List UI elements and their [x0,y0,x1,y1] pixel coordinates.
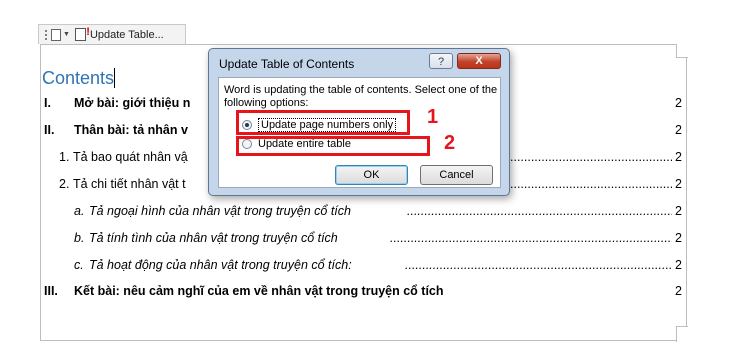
dialog-title: Update Table of Contents [219,57,355,71]
frame-corner [676,44,688,58]
toc-entry[interactable]: b. Tả tính tình của nhân vật trong truyệ… [44,231,684,249]
toc-entry-number: I. [44,96,51,110]
toc-leader-dots: ........................................… [407,204,672,218]
toc-entry-number: III. [44,284,58,298]
toc-entry-page: 2 [675,284,682,298]
help-button[interactable]: ? [429,53,453,69]
toc-entry[interactable]: a. Tả ngoại hình của nhân vật trong truy… [44,204,684,222]
chevron-down-icon[interactable]: ▼ [63,31,70,38]
toc-entry-page: 2 [675,231,682,245]
toc-content-control-tab[interactable]: ▼ Update Table... [38,24,186,44]
annotation-box-2 [236,136,430,156]
toc-leader-dots: ........................................… [405,258,672,272]
drag-handle-icon[interactable] [44,28,48,41]
cancel-button[interactable]: Cancel [420,165,493,185]
dialog-message: Word is updating the table of contents. … [224,84,498,109]
toc-entry-text: Kết bài: nêu cảm nghĩ của em về nhân vật… [74,284,444,298]
toc-entry[interactable]: III. Kết bài: nêu cảm nghĩ của em về nhâ… [44,284,684,302]
toc-entry-page: 2 [675,177,682,191]
toc-entry-page: 2 [675,150,682,164]
toc-entry-text: Tả ngoại hình của nhân vật trong truyện … [89,204,351,218]
toc-leader-dots: ........................................… [510,177,672,191]
update-document-icon[interactable] [74,26,90,41]
annotation-box-1 [236,110,410,135]
toc-entry-page: 2 [675,96,682,110]
toc-entry-text: Thân bài: tả nhân v [74,123,188,137]
toc-leader-dots: ........................................… [510,150,672,164]
toc-entry-text: Tả bao quát nhân vậ [73,150,188,164]
document-icon[interactable] [51,28,61,41]
text-cursor [114,68,116,88]
toc-heading[interactable]: Contents [42,68,116,89]
close-button[interactable]: X [457,53,501,69]
toc-entry-number: 2. [59,177,70,191]
toc-entry-text: Mở bài: giới thiệu n [74,96,191,110]
toc-entry-number: II. [44,123,55,137]
ok-button[interactable]: OK [335,165,408,185]
frame-corner [676,326,688,342]
toc-entry-page: 2 [675,204,682,218]
toc-entry-page: 2 [675,258,682,272]
toc-entry-text: Tả hoạt động của nhân vật trong truyện c… [89,258,352,272]
annotation-number-1: 1 [427,106,439,128]
toc-entry-text: Tả chi tiết nhân vật t [73,177,186,191]
annotation-number-2: 2 [444,132,456,154]
toc-leader-dots: ........................................… [390,231,672,245]
toc-entry-text: Tả tính tình của nhân vật trong truyện c… [89,231,338,245]
toc-entry-number: b. [74,231,85,245]
toc-entry-page: 2 [675,123,682,137]
toc-entry-number: a. [74,204,85,218]
toc-entry-number: 1. [59,150,70,164]
toc-entry-number: c. [74,258,84,272]
update-table-button[interactable]: Update Table... [90,29,164,41]
toc-entry[interactable]: c. Tả hoạt động của nhân vật trong truyệ… [44,258,684,276]
